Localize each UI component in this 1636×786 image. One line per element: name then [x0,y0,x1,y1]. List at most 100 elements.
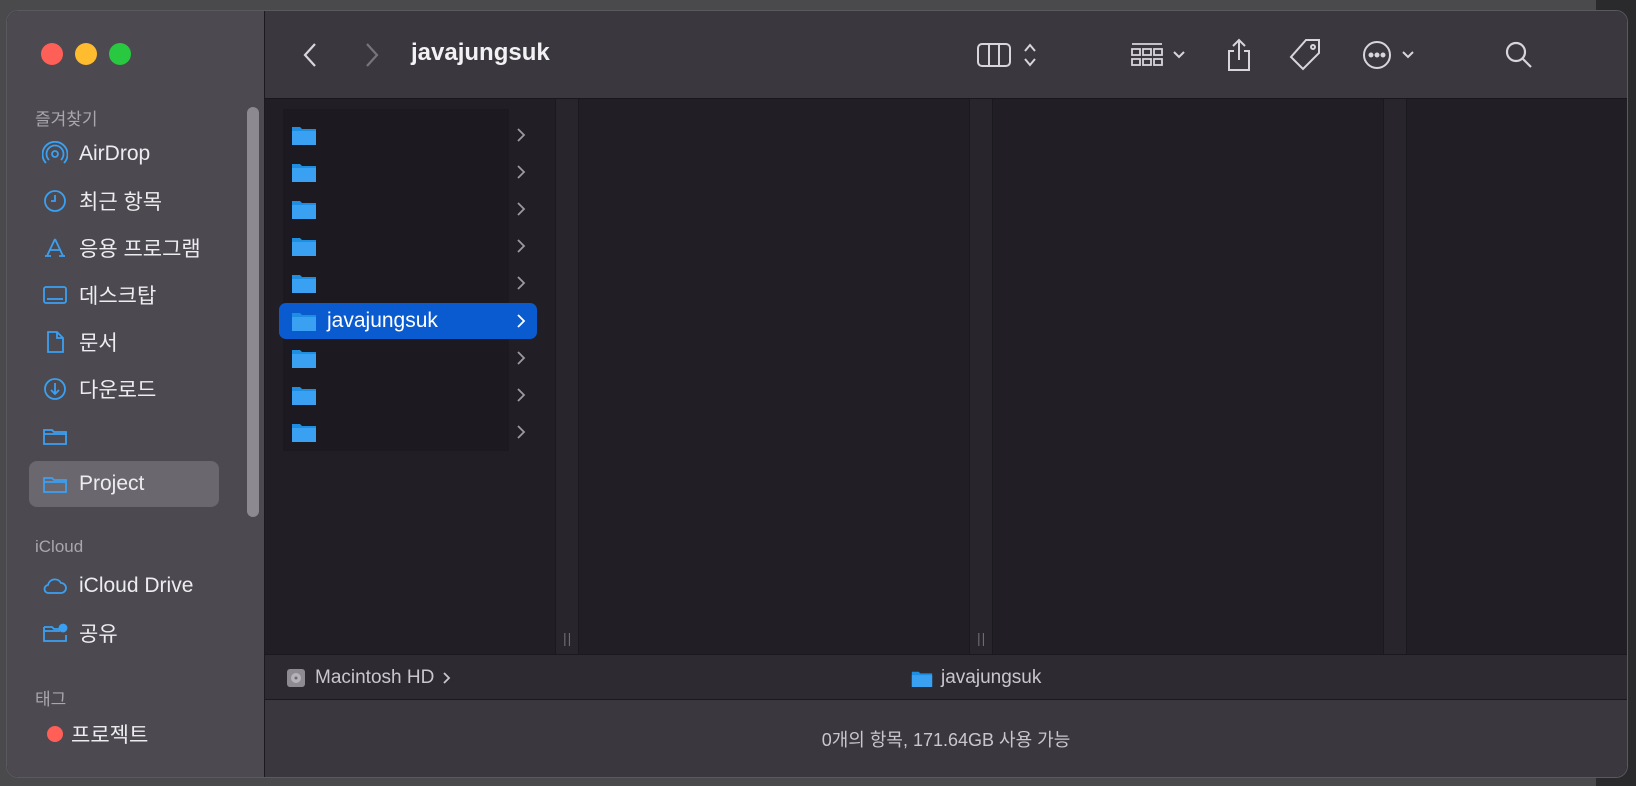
column-4 [1407,99,1627,654]
chevron-right-icon [517,128,526,142]
more-actions-button[interactable] [1357,35,1419,75]
desktop-icon [41,281,69,309]
sidebar-section-tags: 태그 [35,690,67,709]
path-item-root[interactable]: Macintosh HD [285,667,452,689]
status-bar: 0개의 항목, 171.64GB 사용 가능 [265,700,1627,777]
column-resize-handle[interactable]: || [555,99,579,654]
folder-icon [292,238,316,256]
back-button[interactable] [295,35,325,75]
document-icon [41,328,69,356]
sidebar-item-label: AirDrop [79,142,151,165]
folder-icon [292,275,316,293]
minimize-window-button[interactable] [75,43,97,65]
red-tag-icon [47,726,63,742]
window-title: javajungsuk [411,39,550,66]
chevron-right-icon [366,43,379,67]
path-bar: Macintosh HD javajungsuk [265,654,1627,700]
chevron-right-icon [517,239,526,253]
finder-window: 즐겨찾기 AirDrop 최근 항목 응용 프로그램 데스크탑 문서 다운로드 … [6,10,1628,778]
sidebar-section-favorites: 즐겨찾기 [35,110,98,129]
list-item-selected[interactable]: javajungsuk [279,303,537,339]
sidebar-item-label: 프로젝트 [71,724,149,747]
view-mode-button[interactable] [971,35,1043,75]
sidebar-item-label: 응용 프로그램 [79,238,201,261]
zoom-window-button[interactable] [109,43,131,65]
chevron-right-icon [517,388,526,402]
download-icon [41,375,69,403]
sidebar-item-icloud-drive[interactable]: iCloud Drive [29,563,219,609]
sidebar-item-project[interactable]: Project [29,461,219,507]
close-window-button[interactable] [41,43,63,65]
hard-drive-icon [287,669,305,687]
column-browser: javajungsuk || || [265,99,1627,654]
up-down-chevron-icon [1024,43,1036,67]
list-item[interactable] [279,377,537,413]
sidebar-item-recents[interactable]: 최근 항목 [29,178,219,224]
folder-icon [41,470,69,498]
search-icon [1505,41,1532,68]
tag-icon [1289,39,1320,71]
clock-icon [41,187,69,215]
chevron-left-icon [303,43,316,67]
path-item-current[interactable]: javajungsuk [911,667,1041,689]
path-item-label: javajungsuk [941,667,1042,688]
sidebar-item-label: Project [79,472,145,495]
folder-icon [292,387,316,405]
column-2 [579,99,969,654]
list-item[interactable] [279,117,537,153]
sidebar-item-documents[interactable]: 문서 [29,319,219,365]
cloud-icon [41,572,69,600]
sidebar: 즐겨찾기 AirDrop 최근 항목 응용 프로그램 데스크탑 문서 다운로드 … [7,11,265,777]
path-item-label: Macintosh HD [315,667,435,688]
status-text: 0개의 항목, 171.64GB 사용 가능 [821,729,1071,750]
chevron-down-icon [1173,51,1185,59]
group-button[interactable] [1127,35,1189,75]
chevron-right-icon [517,425,526,439]
column-resize-handle[interactable]: || [969,99,993,654]
toolbar: javajungsuk [265,11,1627,99]
search-button[interactable] [1501,35,1537,75]
grid-icon [1131,43,1163,66]
folder-icon [292,201,316,219]
chevron-right-icon [443,672,451,684]
sidebar-item-label: 최근 항목 [79,191,163,214]
sidebar-item-desktop[interactable]: 데스크탑 [29,272,219,318]
folder-icon [911,671,933,687]
folder-icon [41,422,69,450]
chevron-right-icon [517,165,526,179]
column-1: javajungsuk [265,99,555,654]
share-button[interactable] [1221,35,1257,75]
list-item[interactable] [279,414,537,450]
resize-grip-icon: || [563,630,573,646]
folder-icon [292,127,316,145]
resize-grip-icon: || [977,630,987,646]
folder-icon [292,350,316,368]
ellipsis-circle-icon [1363,41,1391,69]
column-resize-handle[interactable] [1383,99,1407,654]
share-icon [1228,38,1250,71]
sidebar-item-label: 다운로드 [79,379,157,402]
list-item[interactable] [279,265,537,301]
sidebar-item-applications[interactable]: 응용 프로그램 [29,225,219,271]
sidebar-item-folder[interactable] [29,413,219,459]
shared-folder-icon [41,619,69,647]
chevron-right-icon [517,202,526,216]
chevron-right-icon [517,314,526,328]
list-item[interactable] [279,228,537,264]
sidebar-item-shared[interactable]: 공유 [29,610,219,656]
list-item[interactable] [279,191,537,227]
sidebar-item-tag-project[interactable]: 프로젝트 [29,711,219,757]
chevron-right-icon [517,276,526,290]
list-item[interactable] [279,154,537,190]
sidebar-item-airdrop[interactable]: AirDrop [29,131,219,177]
tag-button[interactable] [1285,35,1325,75]
folder-icon [292,424,316,442]
sidebar-item-downloads[interactable]: 다운로드 [29,366,219,412]
forward-button[interactable] [357,35,387,75]
sidebar-scrollbar[interactable] [247,107,259,517]
sidebar-item-label: iCloud Drive [79,574,194,597]
list-item-label: javajungsuk [327,309,438,332]
folder-icon [292,164,316,182]
list-item[interactable] [279,340,537,376]
chevron-down-icon [1402,51,1414,59]
